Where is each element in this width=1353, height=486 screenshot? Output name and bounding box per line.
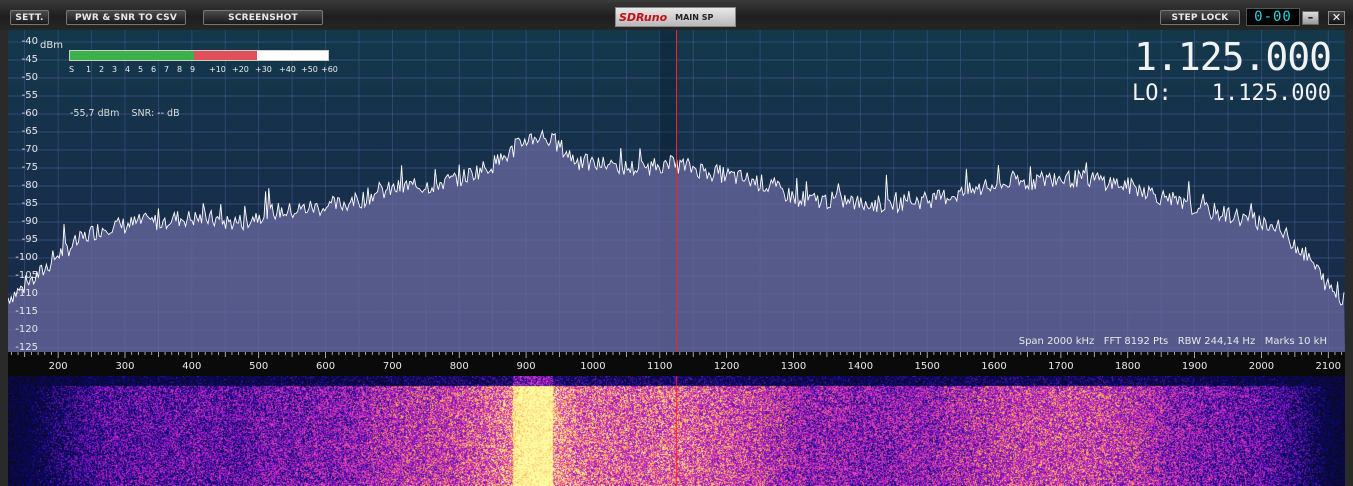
y-tick-label: -120 [15,324,38,335]
y-tick-label: -125 [15,342,38,352]
freq-label: 1300 [780,361,807,372]
snr-value: SNR: -- dB [131,108,180,119]
y-tick-label: -45 [21,54,38,65]
s-meter-tick: +20 [232,65,249,74]
freq-label: 1100 [647,361,673,372]
s-meter-tick: 2 [99,65,105,74]
y-tick-label: -115 [15,306,38,317]
s-meter-red [194,51,257,60]
y-tick-label: -105 [15,270,38,281]
freq-label: 300 [115,361,135,372]
freq-label: 400 [182,361,202,372]
freq-label: 1900 [1181,361,1208,372]
y-tick-label: -65 [21,126,38,137]
freq-label: 2100 [1315,361,1342,372]
s-meter-tick: 7 [164,65,170,74]
freq-label: 1500 [914,361,940,372]
spectrum-panel[interactable]: -40 -45 -50 -55 -60 -65 -70 -75 -80 -85 -90 -95 -100… [8,30,1345,352]
freq-label: 900 [516,361,536,372]
s-meter-tick: 5 [138,65,144,74]
y-tick-label: -75 [21,162,38,173]
frequency-ticks [10,352,1343,358]
right-border [1345,30,1353,486]
freq-label: 2000 [1248,361,1275,372]
y-tick-label: -60 [21,108,38,119]
vfo-counter: 0-00 [1246,8,1300,26]
y-tick-label: -85 [21,198,38,209]
freq-label: 1200 [713,361,740,372]
y-tick-label: -70 [21,144,38,155]
y-tick-label: -40 [21,36,38,47]
settings-button[interactable]: SETT. [10,10,49,25]
export-csv-button[interactable]: PWR & SNR TO CSV [66,10,186,25]
s-meter-bar [69,50,329,61]
y-tick-label: -55 [21,90,38,101]
power-value: -55,7 dBm [70,108,120,119]
freq-label: 1700 [1048,361,1074,372]
s-meter-tick: 4 [125,65,131,74]
power-readout: -55,7 dBm SNR: -- dB [70,108,180,119]
s-meter-tick: +30 [255,65,272,74]
screenshot-button[interactable]: SCREENSHOT [203,10,323,25]
window-name: MAIN SP [675,12,714,22]
status-line: Span 2000 kHz FFT 8192 Pts RBW 244,14 Hz… [1018,336,1327,347]
lo-display: LO: 1.125.000 [1132,80,1331,108]
waterfall-display[interactable] [8,376,1345,486]
y-tick-label: -80 [21,180,38,191]
frequency-display[interactable]: 1.125.000 [1134,35,1332,79]
s-meter-tick: 8 [177,65,183,74]
lo-frequency: 1.125.000 [1211,81,1331,106]
s-meter-tick: 9 [190,65,196,74]
s-meter-green [70,51,194,60]
y-tick-label: -50 [21,72,38,83]
freq-label: 600 [315,361,336,372]
s-meter-tick: S [69,65,75,74]
freq-label: 500 [249,361,269,372]
freq-label: 1600 [981,361,1007,372]
freq-label: 200 [48,361,68,372]
s-meter-tick: +10 [209,65,226,74]
window-tab[interactable]: SDRuno MAIN SP [615,7,736,27]
s-meter-tick: +40 [279,65,296,74]
s-meter-tick: +60 [321,65,338,74]
y-tick-label: -90 [21,216,38,227]
s-meter-tick: +50 [301,65,318,74]
y-tick-label: -110 [15,288,38,299]
title-bar: SETT. PWR & SNR TO CSV SCREENSHOT SDRuno… [0,0,1353,31]
y-tick-label: -100 [15,252,38,263]
frequency-axis: 200 300 400 500 600 700 800 900 1000 1100 1200 1300… [8,352,1345,376]
y-axis-unit: dBm [40,40,63,51]
left-border [0,30,8,486]
freq-label: 1400 [847,361,874,372]
freq-label: 800 [449,361,469,372]
close-icon[interactable]: ✕ [1328,11,1345,25]
lo-label: LO: [1132,81,1172,106]
minimize-icon[interactable]: – [1302,11,1319,25]
s-meter-tick: 3 [112,65,118,74]
brand-logo: SDRuno [619,10,668,24]
y-tick-label: -95 [21,234,38,245]
freq-label: 1800 [1115,361,1141,372]
freq-label: 700 [382,361,402,372]
s-meter-tick: 6 [151,65,157,74]
s-meter-tick: 1 [86,65,92,74]
freq-label: 1000 [580,361,606,372]
step-lock-button[interactable]: STEP LOCK [1160,10,1240,25]
s-meter-scale: S 1 2 3 4 5 6 7 8 9 +10 +20 +30 +40 +50 +60 [69,65,339,75]
